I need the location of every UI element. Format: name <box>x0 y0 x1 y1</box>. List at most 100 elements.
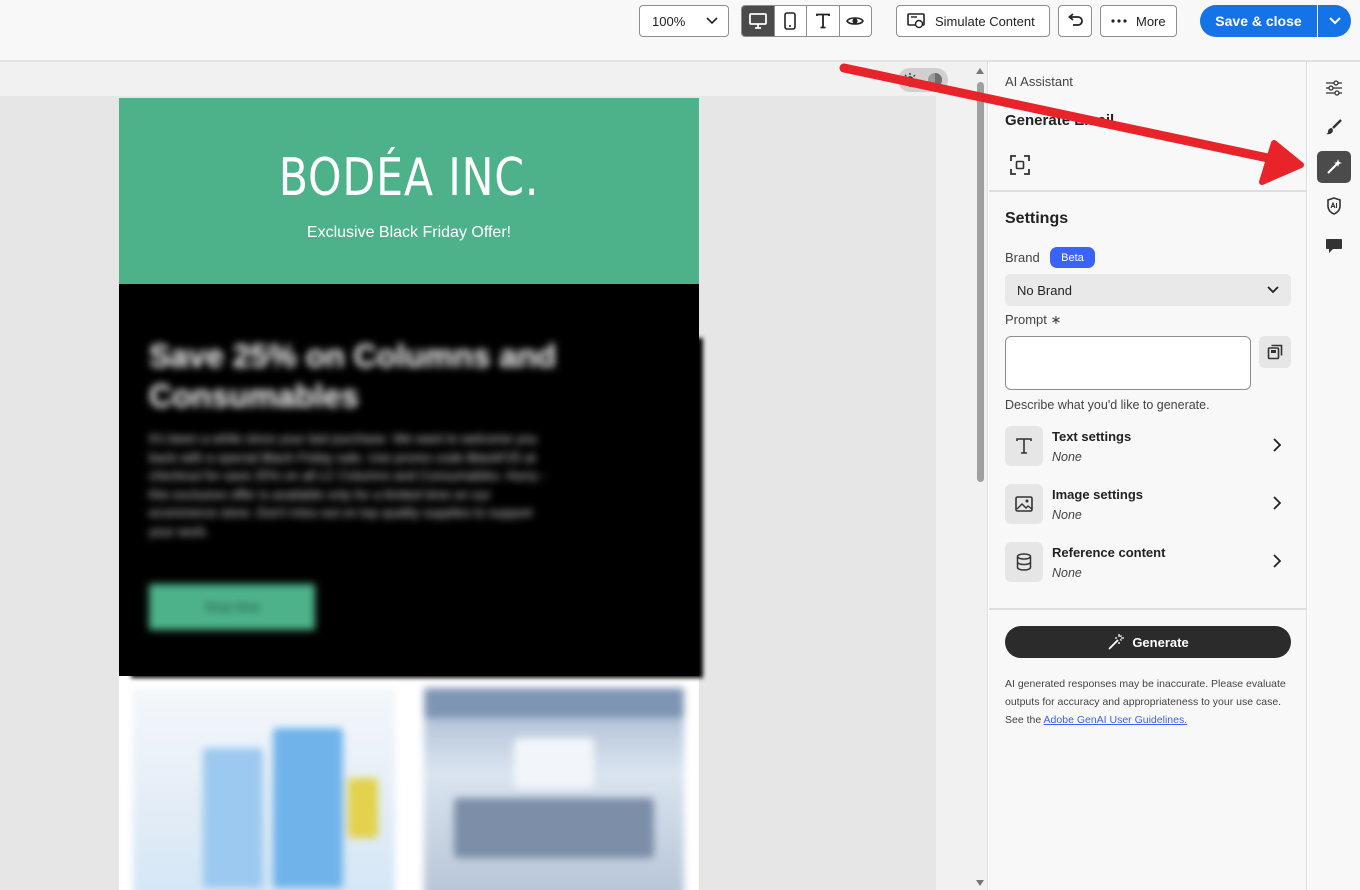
save-close-button[interactable]: Save & close <box>1200 5 1318 37</box>
shield-icon <box>1327 197 1341 215</box>
comment-icon <box>1326 239 1342 253</box>
scroll-thumb[interactable] <box>977 82 984 482</box>
comments-rail-button[interactable] <box>1317 230 1351 262</box>
simulate-content-button[interactable]: Simulate Content <box>896 5 1050 37</box>
frame-select-icon[interactable] <box>1009 154 1031 176</box>
undo-button[interactable] <box>1058 5 1092 37</box>
email-preview: BODÉA INC. Exclusive Black Friday Offer!… <box>119 98 703 890</box>
chevron-down-icon <box>1328 17 1341 25</box>
promo-body: It's been a while since your last purcha… <box>149 431 546 539</box>
prompt-library-button[interactable] <box>1259 336 1291 368</box>
top-toolbar: 100% Simulate Content More Save & close <box>0 0 1360 62</box>
properties-rail-button[interactable] <box>1317 72 1351 104</box>
chevron-down-icon <box>1267 286 1279 294</box>
text-view-button[interactable] <box>807 6 840 36</box>
lab-shape <box>454 798 654 858</box>
promo-block[interactable]: Save 25% on Columns and Consumables It's… <box>119 284 699 676</box>
save-options-button[interactable] <box>1318 5 1351 37</box>
chevron-down-icon <box>706 17 718 25</box>
bottle-shape <box>203 748 263 888</box>
text-icon <box>1016 438 1032 454</box>
image-settings-value: None <box>1052 508 1082 522</box>
canvas-scrollbar[interactable] <box>973 62 988 890</box>
mobile-view-button[interactable] <box>775 6 807 36</box>
database-icon <box>1016 553 1032 571</box>
zoom-value: 100% <box>652 13 686 29</box>
email-canvas[interactable]: BODÉA INC. Exclusive Black Friday Offer!… <box>0 62 973 890</box>
image-settings-title: Image settings <box>1052 487 1144 502</box>
panel-title: AI Assistant <box>1005 74 1073 89</box>
product-image-lab[interactable] <box>424 688 684 890</box>
image-settings-icon-tile <box>1005 484 1043 524</box>
reference-content-value: None <box>1052 566 1082 580</box>
bottle-shape <box>273 728 343 888</box>
text-settings-icon-tile <box>1005 426 1043 466</box>
chevron-right-icon <box>1273 554 1281 568</box>
ai-assistant-panel: AI Assistant Generate Email Settings Bra… <box>989 62 1307 890</box>
bottle-shape <box>348 778 378 838</box>
prompt-helper-text: Describe what you'd like to generate. <box>1005 398 1210 412</box>
view-mode-group <box>741 5 872 37</box>
text-settings-row[interactable]: Text settings None <box>1005 426 1291 470</box>
prompt-label: Prompt ∗ <box>1005 312 1062 327</box>
desktop-icon <box>748 13 767 29</box>
chevron-right-icon <box>1273 438 1281 452</box>
undo-icon <box>1068 13 1083 26</box>
more-label: More <box>1136 13 1166 29</box>
beta-badge: Beta <box>1050 247 1095 268</box>
ai-sparkle-icon <box>1327 159 1342 174</box>
scroll-up-arrow[interactable] <box>976 68 984 74</box>
brand-logo: BODÉA INC. <box>278 148 540 208</box>
generate-button[interactable]: Generate <box>1005 626 1291 658</box>
generate-heading: Generate Email <box>1005 112 1115 129</box>
promo-cta-button[interactable]: Shop Now <box>149 584 315 630</box>
simulate-icon <box>907 13 925 29</box>
ai-disclaimer: AI generated responses may be inaccurate… <box>1005 675 1297 729</box>
genai-guidelines-link[interactable]: Adobe GenAI User Guidelines. <box>1044 714 1188 726</box>
text-settings-value: None <box>1052 450 1082 464</box>
email-header[interactable]: BODÉA INC. Exclusive Black Friday Offer! <box>119 98 699 284</box>
theme-toggle[interactable] <box>898 68 948 92</box>
save-close-split-button: Save & close <box>1200 5 1351 37</box>
reference-content-row[interactable]: Reference content None <box>1005 542 1291 586</box>
settings-heading: Settings <box>1005 210 1069 227</box>
copy-icon <box>1267 344 1283 360</box>
right-tool-rail <box>1308 62 1360 890</box>
desktop-view-button[interactable] <box>742 6 775 36</box>
mobile-icon <box>784 12 797 30</box>
eye-icon <box>846 17 865 25</box>
reference-content-icon-tile <box>1005 542 1043 582</box>
styles-rail-button[interactable] <box>1317 111 1351 143</box>
simulate-label: Simulate Content <box>935 13 1035 29</box>
product-image-bottles[interactable] <box>133 688 395 890</box>
panel-divider <box>989 190 1307 192</box>
sun-icon <box>903 73 917 87</box>
more-dots-icon <box>1111 19 1127 23</box>
preview-button[interactable] <box>840 6 872 36</box>
image-settings-row[interactable]: Image settings None <box>1005 484 1291 528</box>
text-icon <box>815 13 830 29</box>
email-tagline: Exclusive Black Friday Offer! <box>306 224 512 241</box>
brush-icon <box>1326 119 1342 135</box>
text-settings-title: Text settings <box>1052 429 1132 444</box>
promo-title: Save 25% on Columns and Consumables <box>149 338 557 414</box>
prompt-textarea[interactable] <box>1005 336 1251 390</box>
more-button[interactable]: More <box>1100 5 1177 37</box>
lab-shape <box>514 738 594 788</box>
accessibility-rail-button[interactable] <box>1317 190 1351 222</box>
ai-assistant-rail-button[interactable] <box>1317 151 1351 183</box>
image-icon <box>1015 496 1033 512</box>
brand-label: Brand <box>1005 250 1040 265</box>
lab-shape <box>424 688 684 718</box>
brand-select-value: No Brand <box>1017 282 1072 298</box>
sliders-icon <box>1326 80 1342 96</box>
scroll-down-arrow[interactable] <box>976 880 984 886</box>
contrast-icon <box>928 73 942 87</box>
brand-select[interactable]: No Brand <box>1005 274 1291 306</box>
panel-divider <box>989 608 1307 610</box>
reference-content-title: Reference content <box>1052 545 1166 560</box>
generate-label: Generate <box>1132 634 1189 650</box>
chevron-right-icon <box>1273 496 1281 510</box>
zoom-dropdown[interactable]: 100% <box>639 5 729 37</box>
magic-wand-icon <box>1108 634 1125 650</box>
